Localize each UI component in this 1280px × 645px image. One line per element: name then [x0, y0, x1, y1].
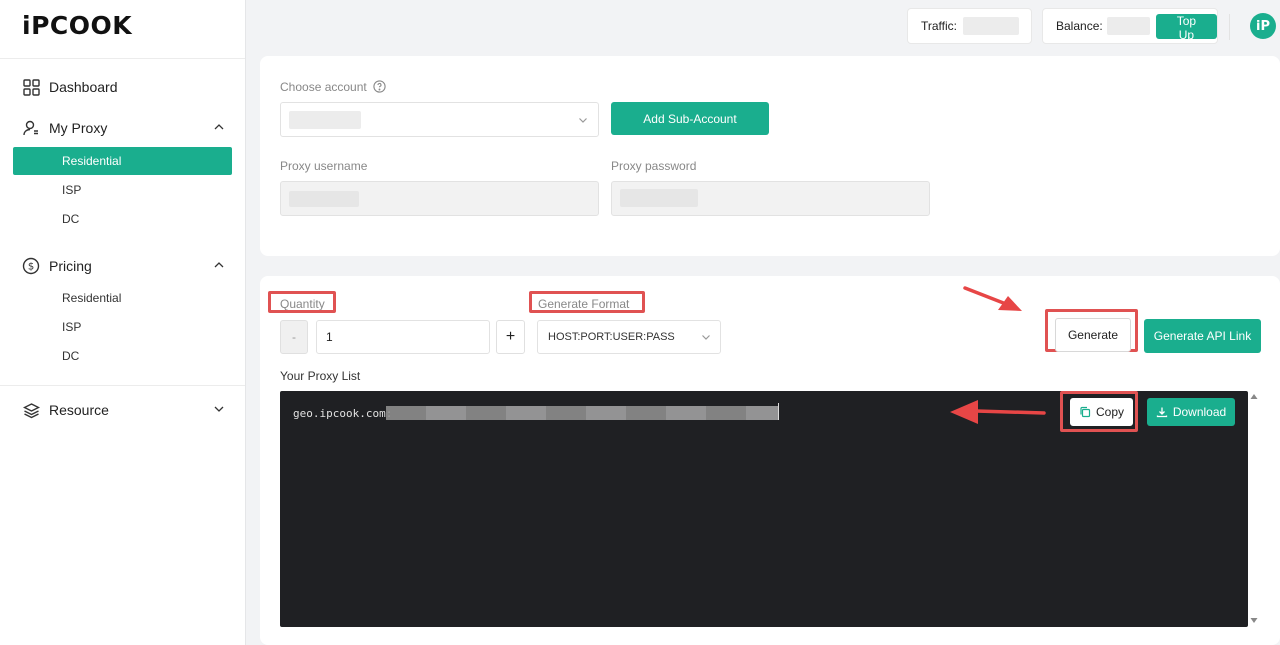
copy-icon: [1080, 406, 1091, 418]
download-button[interactable]: Download: [1147, 398, 1235, 426]
proxy-credentials-redacted: [386, 406, 778, 420]
dollar-circle-icon: $: [22, 257, 40, 275]
balance-value-redacted: [1106, 17, 1150, 35]
arrow-annotation-icon: [950, 400, 1046, 424]
sidebar-item-pricing[interactable]: $ Pricing: [22, 255, 226, 277]
sidebar-item-resource[interactable]: Resource: [22, 399, 226, 421]
sidebar-item-label: Dashboard: [49, 79, 118, 95]
sidebar-subitem-residential[interactable]: Residential: [13, 284, 232, 312]
account-value-redacted: [289, 111, 361, 129]
account-card: [260, 56, 1280, 256]
sidebar-subitem-dc[interactable]: DC: [13, 342, 232, 370]
scroll-down-icon[interactable]: [1250, 617, 1258, 624]
download-icon: [1156, 407, 1167, 418]
help-icon[interactable]: [373, 80, 386, 93]
sidebar-item-dashboard[interactable]: Dashboard: [22, 76, 226, 98]
balance-indicator: Balance: Top Up: [1042, 8, 1218, 44]
add-sub-account-button[interactable]: Add Sub-Account: [611, 102, 769, 135]
text-cursor: [778, 403, 779, 420]
quantity-increment-button[interactable]: +: [496, 320, 525, 354]
traffic-indicator: Traffic:: [907, 8, 1032, 44]
chevron-down-icon[interactable]: [212, 402, 226, 416]
username-value-redacted: [289, 191, 359, 207]
grid-icon: [22, 78, 40, 96]
proxy-password-label: Proxy password: [611, 159, 697, 173]
sidebar-item-label: My Proxy: [49, 120, 108, 136]
proxy-username-field[interactable]: [280, 181, 599, 216]
user-icon: [22, 119, 40, 137]
sidebar-subitem-dc[interactable]: DC: [13, 205, 232, 233]
avatar[interactable]: iP: [1250, 13, 1276, 39]
sidebar-subitem-residential[interactable]: Residential: [13, 147, 232, 175]
account-select[interactable]: [280, 102, 599, 137]
highlight-box: [529, 291, 645, 313]
sidebar-subitem-isp[interactable]: ISP: [13, 313, 232, 341]
sidebar: iPCOOK Dashboard My Proxy Residential IS…: [0, 0, 246, 645]
highlight-box: [268, 291, 336, 313]
traffic-label: Traffic:: [921, 19, 958, 33]
chevron-down-icon: [579, 118, 587, 123]
sidebar-subitem-isp[interactable]: ISP: [13, 176, 232, 204]
divider: [0, 58, 245, 59]
scroll-up-icon[interactable]: [1250, 393, 1258, 400]
sidebar-item-my-proxy[interactable]: My Proxy: [22, 117, 226, 139]
ipcook-logo[interactable]: iPCOOK: [22, 11, 132, 40]
generate-api-link-button[interactable]: Generate API Link: [1144, 319, 1261, 353]
proxy-password-field[interactable]: [611, 181, 930, 216]
sidebar-item-label: Resource: [49, 402, 109, 418]
chevron-up-icon[interactable]: [212, 258, 226, 272]
generate-button[interactable]: Generate: [1055, 318, 1131, 352]
arrow-annotation-icon: [963, 286, 1022, 311]
proxy-list-scrollbar[interactable]: [1248, 391, 1260, 627]
layers-icon: [22, 401, 40, 419]
traffic-value-redacted: [963, 17, 1020, 35]
divider: [1229, 14, 1230, 40]
svg-text:$: $: [28, 262, 34, 273]
balance-label: Balance:: [1056, 19, 1103, 33]
chevron-up-icon[interactable]: [212, 120, 226, 134]
proxy-list-label: Your Proxy List: [280, 369, 361, 383]
chevron-down-icon: [702, 335, 710, 340]
top-up-button[interactable]: Top Up: [1155, 13, 1217, 42]
quantity-decrement-button[interactable]: -: [280, 320, 308, 354]
proxy-username-label: Proxy username: [280, 159, 368, 173]
copy-button[interactable]: Copy: [1070, 398, 1133, 426]
quantity-input[interactable]: 1: [316, 320, 490, 354]
divider: [0, 385, 245, 386]
password-value-redacted: [620, 189, 698, 207]
topbar: Traffic: Balance: Top Up iP: [246, 0, 1280, 56]
format-select[interactable]: HOST:PORT:USER:PASS: [537, 320, 721, 354]
format-select-value: HOST:PORT:USER:PASS: [548, 331, 675, 343]
choose-account-label: Choose account: [280, 80, 386, 94]
sidebar-item-label: Pricing: [49, 258, 92, 274]
proxy-list-line: geo.ipcook.com:: [293, 407, 393, 420]
